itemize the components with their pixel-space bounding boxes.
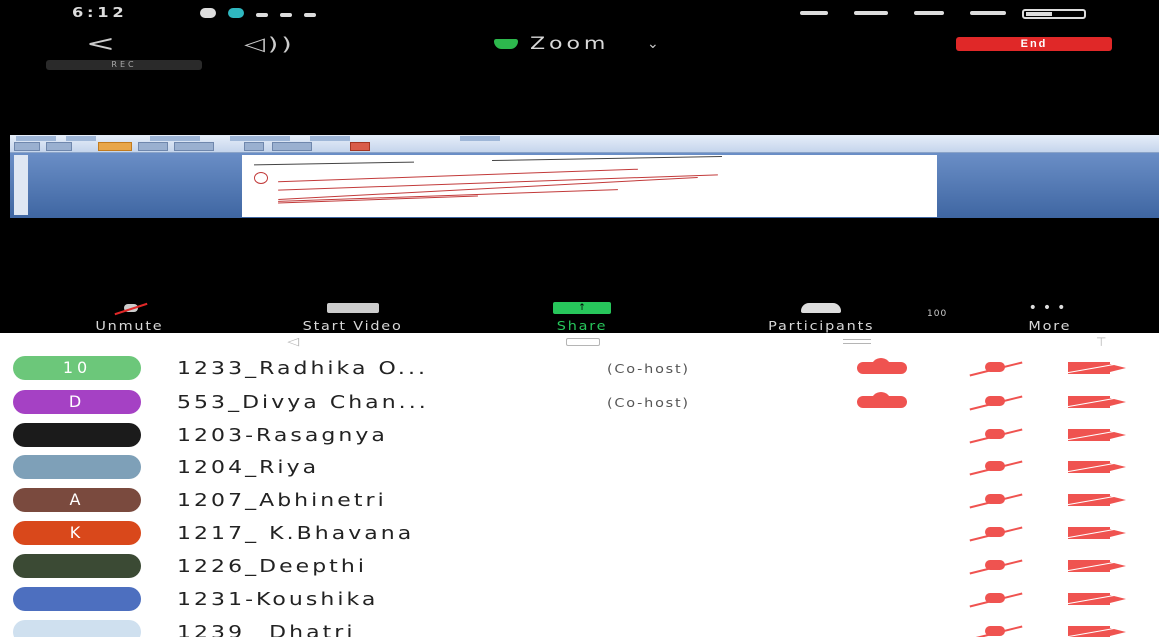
meeting-title[interactable]: Zoom ⌄ — [494, 34, 659, 54]
more-icon: ••• — [1028, 300, 1072, 316]
back-icon[interactable]: < — [86, 34, 140, 56]
cloud-recording-icon — [857, 358, 907, 374]
app-notification-icon — [228, 8, 244, 18]
avatar: 10 — [13, 356, 141, 380]
meeting-controls: Unmute Start Video ↑ Share Participants … — [0, 300, 1159, 333]
participant-row[interactable]: 10 1233_Radhika O... (Co-host) — [0, 352, 1159, 384]
share-button[interactable]: ↑ Share — [520, 300, 644, 333]
participants-label: Participants — [767, 319, 875, 333]
participant-row[interactable]: K 1217_ K.Bhavana — [0, 517, 1159, 549]
start-video-label: Start Video — [303, 319, 403, 333]
status-bar: 6:12 — [0, 6, 1159, 22]
participants-button[interactable]: Participants — [716, 300, 926, 333]
unmute-label: Unmute — [94, 319, 164, 333]
unmute-button[interactable]: Unmute — [64, 300, 194, 333]
signal-icon — [970, 11, 1006, 15]
participant-name: 1203-Rasagnya — [177, 425, 388, 446]
mic-muted-icon[interactable] — [967, 525, 1023, 541]
avatar — [13, 554, 141, 578]
mic-muted-icon[interactable] — [967, 558, 1023, 574]
participant-row[interactable]: 1231-Koushika — [0, 583, 1159, 615]
participant-name: 1207_Abhinetri — [177, 490, 387, 511]
start-video-button[interactable]: Start Video — [258, 300, 448, 333]
avatar: D — [13, 390, 141, 414]
speaker-icon[interactable]: ◁)) — [244, 34, 295, 55]
participant-name: 1231-Koushika — [177, 589, 379, 610]
missed-call-icon — [256, 12, 268, 17]
notification-icon — [200, 8, 216, 18]
participants-icon — [801, 303, 841, 313]
participant-name: 1217_ K.Bhavana — [177, 523, 415, 544]
meeting-view: 6:12 < ◁)) Zoom ⌄ End REC Unmute Start V… — [0, 0, 1159, 333]
more-label: More — [1028, 319, 1072, 333]
encryption-shield-icon — [494, 39, 518, 49]
avatar — [13, 620, 141, 637]
cloud-recording-icon — [857, 392, 907, 408]
participant-role: (Co-host) — [607, 362, 690, 376]
network-icon — [914, 11, 944, 15]
battery-icon — [1022, 9, 1086, 19]
avatar: K — [13, 521, 141, 545]
avatar — [13, 587, 141, 611]
video-off-icon — [327, 303, 379, 313]
mic-muted-icon[interactable] — [967, 394, 1023, 410]
mic-muted-icon[interactable] — [967, 591, 1023, 607]
participant-role: (Co-host) — [607, 396, 690, 410]
status-time: 6:12 — [72, 6, 128, 21]
participant-count-badge: 100 — [927, 309, 948, 319]
nav-menu-icon[interactable] — [843, 339, 871, 344]
participant-row[interactable]: 1204_Riya — [0, 451, 1159, 483]
participant-name: 1233_Radhika O... — [177, 358, 429, 379]
mic-muted-icon[interactable] — [967, 459, 1023, 475]
more-button[interactable]: ••• More — [1000, 300, 1100, 333]
participant-name: 1204_Riya — [177, 457, 320, 478]
recording-badge: REC — [46, 60, 202, 70]
signal-notification-icon — [280, 12, 292, 17]
participant-row[interactable]: 1226_Deepthi — [0, 550, 1159, 582]
android-nav-bar: ◁ ⊤ — [0, 333, 1159, 351]
share-label: Share — [556, 319, 608, 333]
end-meeting-button[interactable]: End — [956, 37, 1112, 51]
pin-icon[interactable]: ⊤ — [1096, 335, 1106, 349]
participant-row[interactable]: 1203-Rasagnya — [0, 419, 1159, 451]
participant-name: 1239_ Dhatri — [177, 622, 356, 637]
avatar — [13, 455, 141, 479]
shared-screen — [10, 135, 1159, 218]
chevron-down-icon: ⌄ — [647, 36, 659, 52]
status-system-icons — [800, 8, 1006, 15]
nav-back-icon[interactable]: ◁ — [287, 335, 299, 348]
mic-muted-icon — [114, 302, 144, 314]
participant-row[interactable]: A 1207_Abhinetri — [0, 484, 1159, 516]
participant-row[interactable]: 1239_ Dhatri — [0, 616, 1159, 637]
participants-list: 10 1233_Radhika O... (Co-host) D 553_Div… — [0, 352, 1159, 637]
share-icon: ↑ — [553, 302, 611, 314]
wifi-icon — [854, 11, 888, 15]
participant-name: 553_Divya Chan... — [177, 392, 429, 413]
alarm-icon — [800, 11, 828, 15]
mic-muted-icon[interactable] — [967, 492, 1023, 508]
status-notification-icons — [200, 8, 316, 18]
participant-row[interactable]: D 553_Divya Chan... (Co-host) — [0, 386, 1159, 418]
nav-home-icon[interactable] — [566, 338, 600, 346]
message-icon — [304, 12, 316, 17]
avatar: A — [13, 488, 141, 512]
mic-muted-icon[interactable] — [967, 427, 1023, 443]
mic-muted-icon[interactable] — [967, 360, 1023, 376]
shared-document-page — [242, 155, 937, 217]
mic-muted-icon[interactable] — [967, 624, 1023, 637]
participant-name: 1226_Deepthi — [177, 556, 367, 577]
meeting-title-label: Zoom — [530, 34, 610, 54]
avatar — [13, 423, 141, 447]
shared-screen-ribbon — [10, 135, 1159, 153]
